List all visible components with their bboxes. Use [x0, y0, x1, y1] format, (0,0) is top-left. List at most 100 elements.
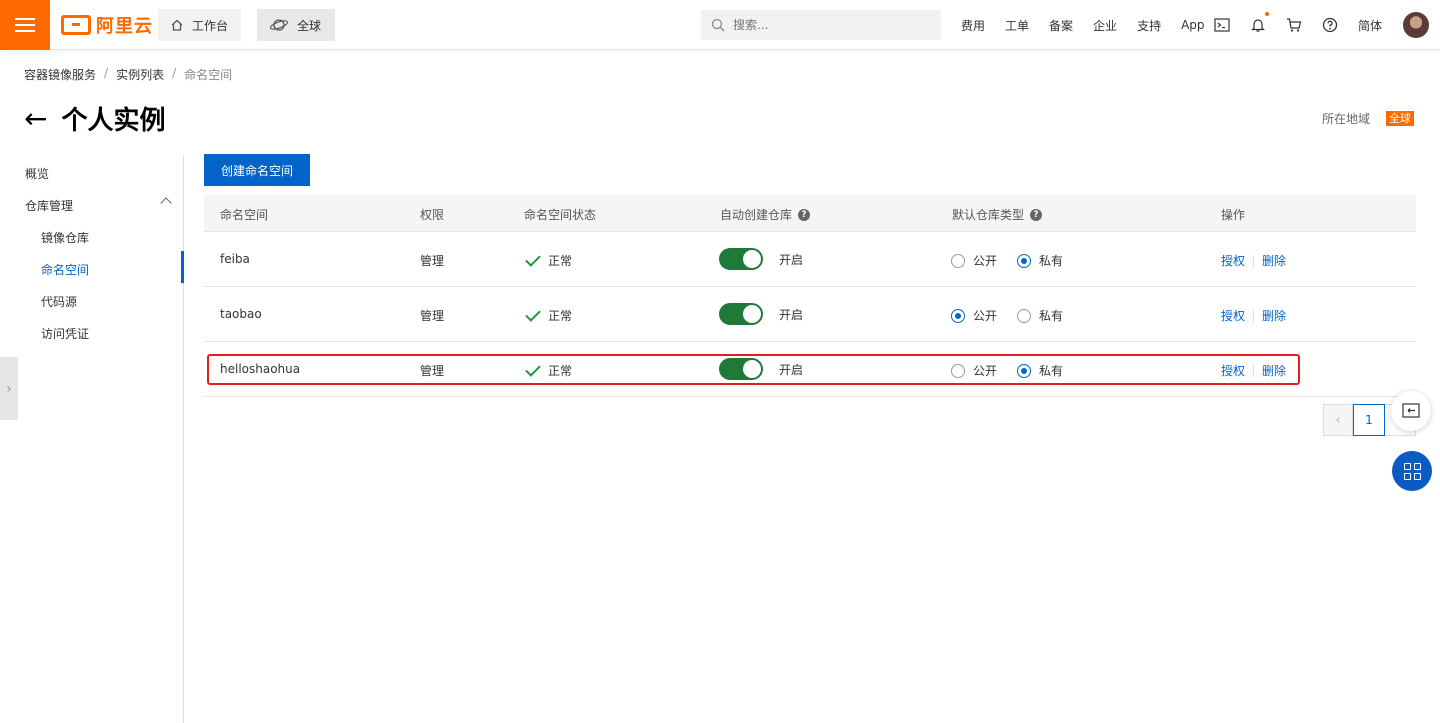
radio-public[interactable] [951, 253, 965, 268]
delete-link[interactable]: 删除 [1262, 252, 1286, 269]
pagination-prev-button[interactable]: ‹ [1323, 404, 1353, 436]
notification-dot [1265, 12, 1269, 16]
public-label: 公开 [973, 254, 998, 268]
floating-apps-button[interactable] [1392, 451, 1432, 491]
public-label: 公开 [973, 309, 998, 323]
back-arrow-icon[interactable]: ← [24, 103, 47, 134]
breadcrumb: 容器镜像服务 / 实例列表 / 命名空间 [24, 66, 232, 83]
radio-private[interactable] [1017, 308, 1032, 323]
terminal-icon[interactable] [1212, 15, 1232, 35]
region-info: 所在地域 全球 [1322, 110, 1415, 127]
actions-cell: 授权 删除 [1221, 307, 1286, 324]
header-namespace-label: 命名空间 [220, 208, 269, 222]
divider [1253, 254, 1255, 267]
expand-panel-tab[interactable]: › [0, 357, 18, 420]
status-text: 正常 [548, 254, 573, 268]
header-permission-label: 权限 [420, 208, 445, 222]
header-namespace: 命名空间 [220, 206, 268, 223]
header-auto-create: 自动创建仓库 ? [720, 206, 811, 223]
toggle-label: 开启 [779, 307, 804, 322]
search-icon [711, 18, 725, 32]
pagination-page-current[interactable]: 1 [1353, 404, 1385, 436]
authorize-link[interactable]: 授权 [1221, 252, 1245, 269]
table-row: feiba 管理 正常 开启 公开 私有 授权 删除 [204, 232, 1416, 287]
delete-link[interactable]: 删除 [1262, 307, 1286, 324]
search-input[interactable] [733, 18, 923, 32]
permission-value: 管理 [420, 309, 445, 323]
breadcrumb-separator: / [172, 66, 177, 80]
workbench-label: 工作台 [192, 18, 229, 33]
aliyun-logo[interactable]: 阿里云 [61, 13, 153, 37]
auto-create-cell: 开启 [719, 248, 803, 270]
sidebar-item-access-credential[interactable]: 访问凭证 [41, 325, 89, 342]
help-icon[interactable] [1320, 15, 1340, 35]
home-icon [171, 19, 183, 31]
radio-private[interactable] [1017, 253, 1032, 268]
cart-icon[interactable] [1284, 15, 1304, 35]
breadcrumb-separator: / [104, 66, 109, 80]
region-badge: 全球 [1386, 111, 1415, 126]
breadcrumb-item[interactable]: 容器镜像服务 [24, 66, 96, 83]
auto-create-toggle[interactable] [719, 248, 763, 270]
status-cell: 正常 [525, 250, 573, 269]
header-auto-create-label: 自动创建仓库 [720, 208, 793, 222]
header-default-type: 默认仓库类型 ? [952, 206, 1043, 223]
private-label: 私有 [1039, 309, 1064, 323]
question-icon[interactable]: ? [798, 208, 811, 221]
authorize-link[interactable]: 授权 [1221, 307, 1245, 324]
top-navigation-bar: 阿里云 工作台 全球 费用 工单 备案 企业 支持 App 简体 [0, 0, 1440, 50]
nav-app[interactable]: App [1171, 18, 1214, 32]
default-type-cell: 公开 私有 [951, 307, 1063, 324]
chevron-up-icon[interactable] [160, 197, 172, 209]
sidebar-item-code-source[interactable]: 代码源 [41, 293, 77, 310]
workbench-button[interactable]: 工作台 [158, 9, 241, 41]
private-label: 私有 [1039, 254, 1064, 268]
header-permission: 权限 [420, 206, 444, 223]
nav-tickets[interactable]: 工单 [995, 17, 1039, 34]
bell-icon[interactable] [1248, 15, 1268, 35]
auto-create-toggle[interactable] [719, 303, 763, 325]
panel-collapse-icon [1402, 403, 1420, 418]
question-icon[interactable]: ? [1030, 208, 1043, 221]
sidebar-group-repo-management[interactable]: 仓库管理 [25, 197, 73, 214]
page-title: 个人实例 [61, 106, 166, 136]
language-switch[interactable]: 简体 [1358, 17, 1382, 34]
create-namespace-button[interactable]: 创建命名空间 [204, 154, 310, 186]
nav-icp[interactable]: 备案 [1039, 17, 1083, 34]
header-actions: 操作 [1221, 206, 1245, 223]
highlight-box [207, 354, 1300, 385]
region-label: 所在地域 [1322, 112, 1371, 126]
active-indicator [181, 251, 184, 283]
namespace-name: taobao [220, 307, 262, 321]
user-avatar[interactable] [1403, 12, 1429, 38]
sidebar-item-namespace[interactable]: 命名空间 [41, 261, 89, 278]
auto-create-cell: 开启 [719, 303, 803, 325]
region-switch-button[interactable]: 全球 [257, 9, 335, 41]
menu-icon[interactable] [0, 0, 50, 50]
nav-enterprise[interactable]: 企业 [1083, 17, 1127, 34]
table-header: 命名空间 权限 命名空间状态 自动创建仓库 ? 默认仓库类型 ? 操作 [204, 195, 1416, 232]
chevron-right-icon: › [6, 380, 12, 397]
floating-feedback-button[interactable] [1391, 391, 1431, 431]
sidebar: 概览 仓库管理 镜像仓库 命名空间 代码源 访问凭证 [0, 155, 184, 723]
sidebar-item-overview[interactable]: 概览 [25, 165, 49, 182]
toggle-label: 开启 [779, 252, 804, 267]
sidebar-item-image-repo[interactable]: 镜像仓库 [41, 229, 89, 246]
status-text: 正常 [548, 309, 573, 323]
search-box[interactable] [701, 10, 941, 40]
check-icon [525, 250, 541, 267]
global-label: 全球 [297, 18, 322, 33]
breadcrumb-item[interactable]: 实例列表 [116, 66, 164, 83]
nav-support[interactable]: 支持 [1127, 17, 1171, 34]
header-actions-label: 操作 [1221, 208, 1246, 222]
default-type-cell: 公开 私有 [951, 252, 1063, 269]
status-cell: 正常 [525, 305, 573, 324]
header-status-label: 命名空间状态 [524, 208, 597, 222]
planet-icon [269, 19, 289, 31]
nav-fees[interactable]: 费用 [951, 17, 995, 34]
actions-cell: 授权 删除 [1221, 252, 1286, 269]
page-header: ← 个人实例 [24, 100, 165, 137]
radio-public[interactable] [951, 308, 965, 323]
grid-icon [1403, 462, 1421, 480]
divider [1253, 309, 1255, 322]
